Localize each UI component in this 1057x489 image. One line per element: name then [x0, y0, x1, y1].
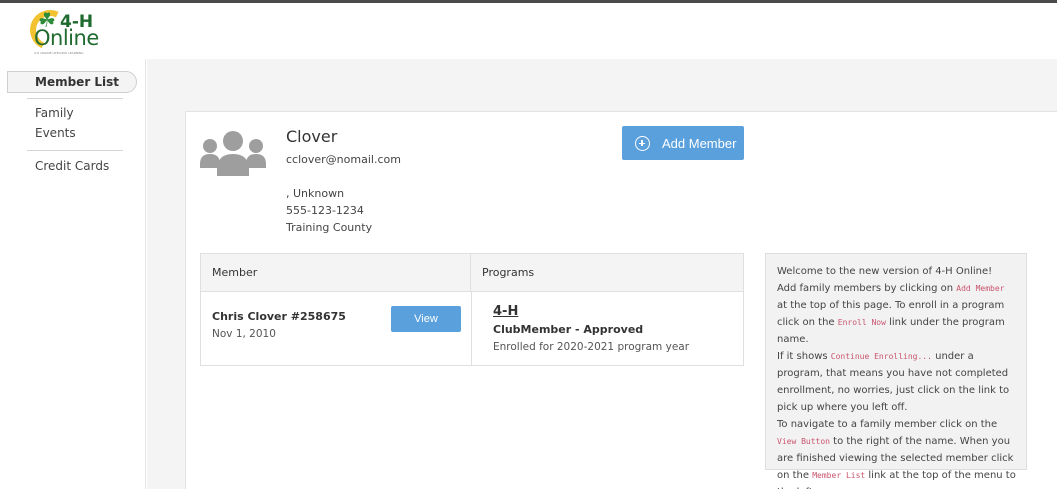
- help-info-box: Welcome to the new version of 4-H Online…: [765, 253, 1027, 489]
- logo-tagline: 4-H ONLINE LIFELONG LEARNING: [34, 51, 84, 55]
- sidebar-item-family[interactable]: Family: [35, 106, 74, 120]
- program-enrollment: Enrolled for 2020-2021 program year: [493, 341, 690, 353]
- info-text: To navigate to a family member click on …: [777, 419, 998, 430]
- program-status: ClubMember - Approved: [493, 323, 644, 336]
- logo-online-text: Online: [34, 26, 99, 50]
- info-code: Member List: [812, 471, 866, 480]
- add-member-label: Add Member: [662, 135, 737, 151]
- info-text: If it shows: [777, 351, 831, 362]
- plus-circle-icon: [635, 135, 650, 151]
- 4h-online-logo[interactable]: ☘ 4-H Online 4-H ONLINE LIFELONG LEARNIN…: [24, 4, 110, 58]
- info-text: Add family members by clicking on: [777, 283, 957, 294]
- info-code: Add Member: [956, 284, 1005, 293]
- info-code: Continue Enrolling...: [830, 352, 932, 361]
- program-link[interactable]: 4-H: [493, 304, 518, 319]
- family-email: cclover@nomail.com: [286, 153, 401, 166]
- member-name: Chris Clover #258675: [212, 310, 346, 323]
- family-name: Clover: [286, 127, 338, 146]
- sidebar-item-member-list[interactable]: Member List: [7, 71, 137, 93]
- family-address: , Unknown: [286, 187, 345, 200]
- sidebar-divider: [27, 150, 123, 151]
- view-member-button[interactable]: View: [391, 306, 461, 332]
- family-county: Training County: [286, 221, 373, 234]
- header: ☘ 4-H Online 4-H ONLINE LIFELONG LEARNIN…: [0, 3, 1057, 59]
- info-welcome: Welcome to the new version of 4-H Online…: [777, 266, 993, 277]
- column-header-member: Member: [201, 254, 471, 292]
- info-code: Enroll Now: [837, 318, 886, 327]
- member-dob: Nov 1, 2010: [212, 328, 276, 340]
- info-code: View Button: [777, 437, 830, 446]
- column-divider: [471, 292, 472, 365]
- family-phone: 555-123-1234: [286, 204, 364, 217]
- family-card: Clover cclover@nomail.com , Unknown 555-…: [185, 111, 1057, 489]
- column-header-programs: Programs: [471, 254, 743, 292]
- add-member-button[interactable]: Add Member: [622, 126, 744, 160]
- members-table: Member Programs Chris Clover #258675 Nov…: [200, 253, 744, 366]
- people-group-icon: [200, 131, 266, 176]
- sidebar-item-events[interactable]: Events: [35, 126, 76, 140]
- sidebar: Member List Family Events Credit Cards: [0, 59, 146, 489]
- main-content: Clover cclover@nomail.com , Unknown 555-…: [147, 59, 1057, 489]
- sidebar-item-credit-cards[interactable]: Credit Cards: [35, 159, 109, 173]
- sidebar-divider: [27, 98, 123, 99]
